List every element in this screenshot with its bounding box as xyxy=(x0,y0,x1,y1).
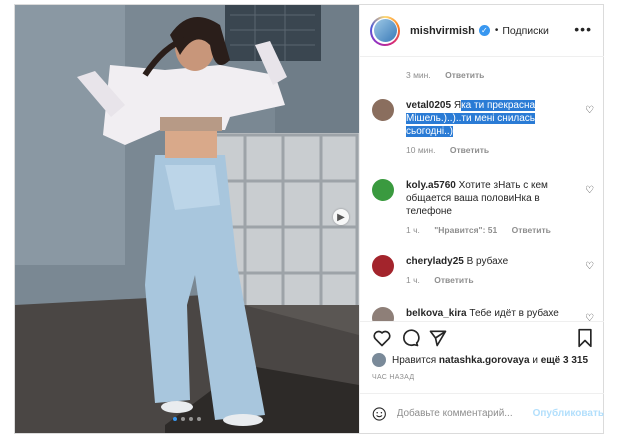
post-header: mishvirmish ✓ • Подписки ••• xyxy=(360,5,604,57)
comments-list[interactable]: 3 мин. Ответить vetal0205 Яка ти прекрас… xyxy=(360,57,604,321)
comment-username[interactable]: koly.a5760 xyxy=(406,180,456,191)
comment-text: В рубахе xyxy=(466,256,509,267)
likes-prefix: Нравится xyxy=(392,354,437,366)
avatar-image xyxy=(373,19,397,42)
post-side-panel: mishvirmish ✓ • Подписки ••• 3 мин. Отве… xyxy=(359,5,604,433)
like-comment-heart-icon[interactable]: ♡ xyxy=(585,313,594,321)
carousel-dot xyxy=(173,417,177,421)
comment-reply-button[interactable]: Ответить xyxy=(450,145,489,155)
comment-likes-count[interactable]: "Нравится": 51 xyxy=(434,225,497,235)
share-paper-plane-icon[interactable] xyxy=(428,328,448,348)
comment-bubble-icon[interactable] xyxy=(400,328,420,348)
like-comment-heart-icon[interactable]: ♡ xyxy=(585,105,594,116)
more-options-icon[interactable]: ••• xyxy=(574,21,592,37)
publish-comment-button[interactable]: Опубликовать xyxy=(533,408,604,419)
commenter-avatar[interactable] xyxy=(372,179,394,201)
commenter-avatar[interactable] xyxy=(372,307,394,321)
comment-username[interactable]: vetal0205 xyxy=(406,100,451,111)
caption-time: 3 мин. xyxy=(406,70,431,80)
comment-time: 1 ч. xyxy=(406,275,420,285)
carousel-next-button[interactable]: ▶ xyxy=(333,209,349,225)
like-heart-icon[interactable] xyxy=(372,328,392,348)
header-separator: • xyxy=(494,25,499,36)
comment-text: Я xyxy=(453,100,462,111)
carousel-dot xyxy=(181,417,185,421)
comment-reply-button[interactable]: Ответить xyxy=(512,225,551,235)
carousel-dot xyxy=(197,417,201,421)
add-comment-bar: Опубликовать xyxy=(360,393,604,433)
post-photo[interactable]: ▶ xyxy=(15,5,359,433)
likes-count-link[interactable]: ещё 3 315 xyxy=(541,355,588,366)
add-comment-input[interactable] xyxy=(396,408,529,419)
carousel-indicator xyxy=(173,417,201,421)
post-frame: ▶ mishvirmish ✓ • Подписки ••• 3 мин. От… xyxy=(14,4,604,434)
likes-and: и xyxy=(532,354,538,366)
post-timestamp: ЧАС НАЗАД xyxy=(372,374,415,381)
author-avatar[interactable] xyxy=(370,15,400,46)
like-comment-heart-icon[interactable]: ♡ xyxy=(585,261,594,272)
author-username[interactable]: mishvirmish xyxy=(410,25,475,37)
commenter-avatar[interactable] xyxy=(372,255,394,277)
carousel-dot xyxy=(189,417,193,421)
like-comment-heart-icon[interactable]: ♡ xyxy=(585,185,594,196)
likes-summary: Нравится natashka.gorovaya и ещё 3 315 xyxy=(372,353,588,367)
liker-avatar[interactable] xyxy=(372,353,386,367)
comment-username[interactable]: belkova_kira xyxy=(406,308,467,319)
caption-meta: 3 мин. Ответить xyxy=(372,70,594,80)
liker-username[interactable]: natashka.gorovaya xyxy=(439,355,530,366)
comment-reply-button[interactable]: Ответить xyxy=(434,275,473,285)
post-actions-bar xyxy=(360,321,604,353)
comment-time: 1 ч. xyxy=(406,225,420,235)
comment-username[interactable]: cherylady25 xyxy=(406,256,464,267)
following-button[interactable]: Подписки xyxy=(502,25,549,37)
save-bookmark-icon[interactable] xyxy=(576,328,594,348)
comment-text: Тебе идёт в рубахе xyxy=(469,308,559,319)
commenter-avatar[interactable] xyxy=(372,99,394,121)
caption-reply-button[interactable]: Ответить xyxy=(445,70,484,80)
verified-badge-icon: ✓ xyxy=(478,25,490,36)
photo-illustration xyxy=(15,5,359,433)
emoji-icon[interactable] xyxy=(372,405,387,423)
comment-time: 10 мин. xyxy=(406,145,436,155)
